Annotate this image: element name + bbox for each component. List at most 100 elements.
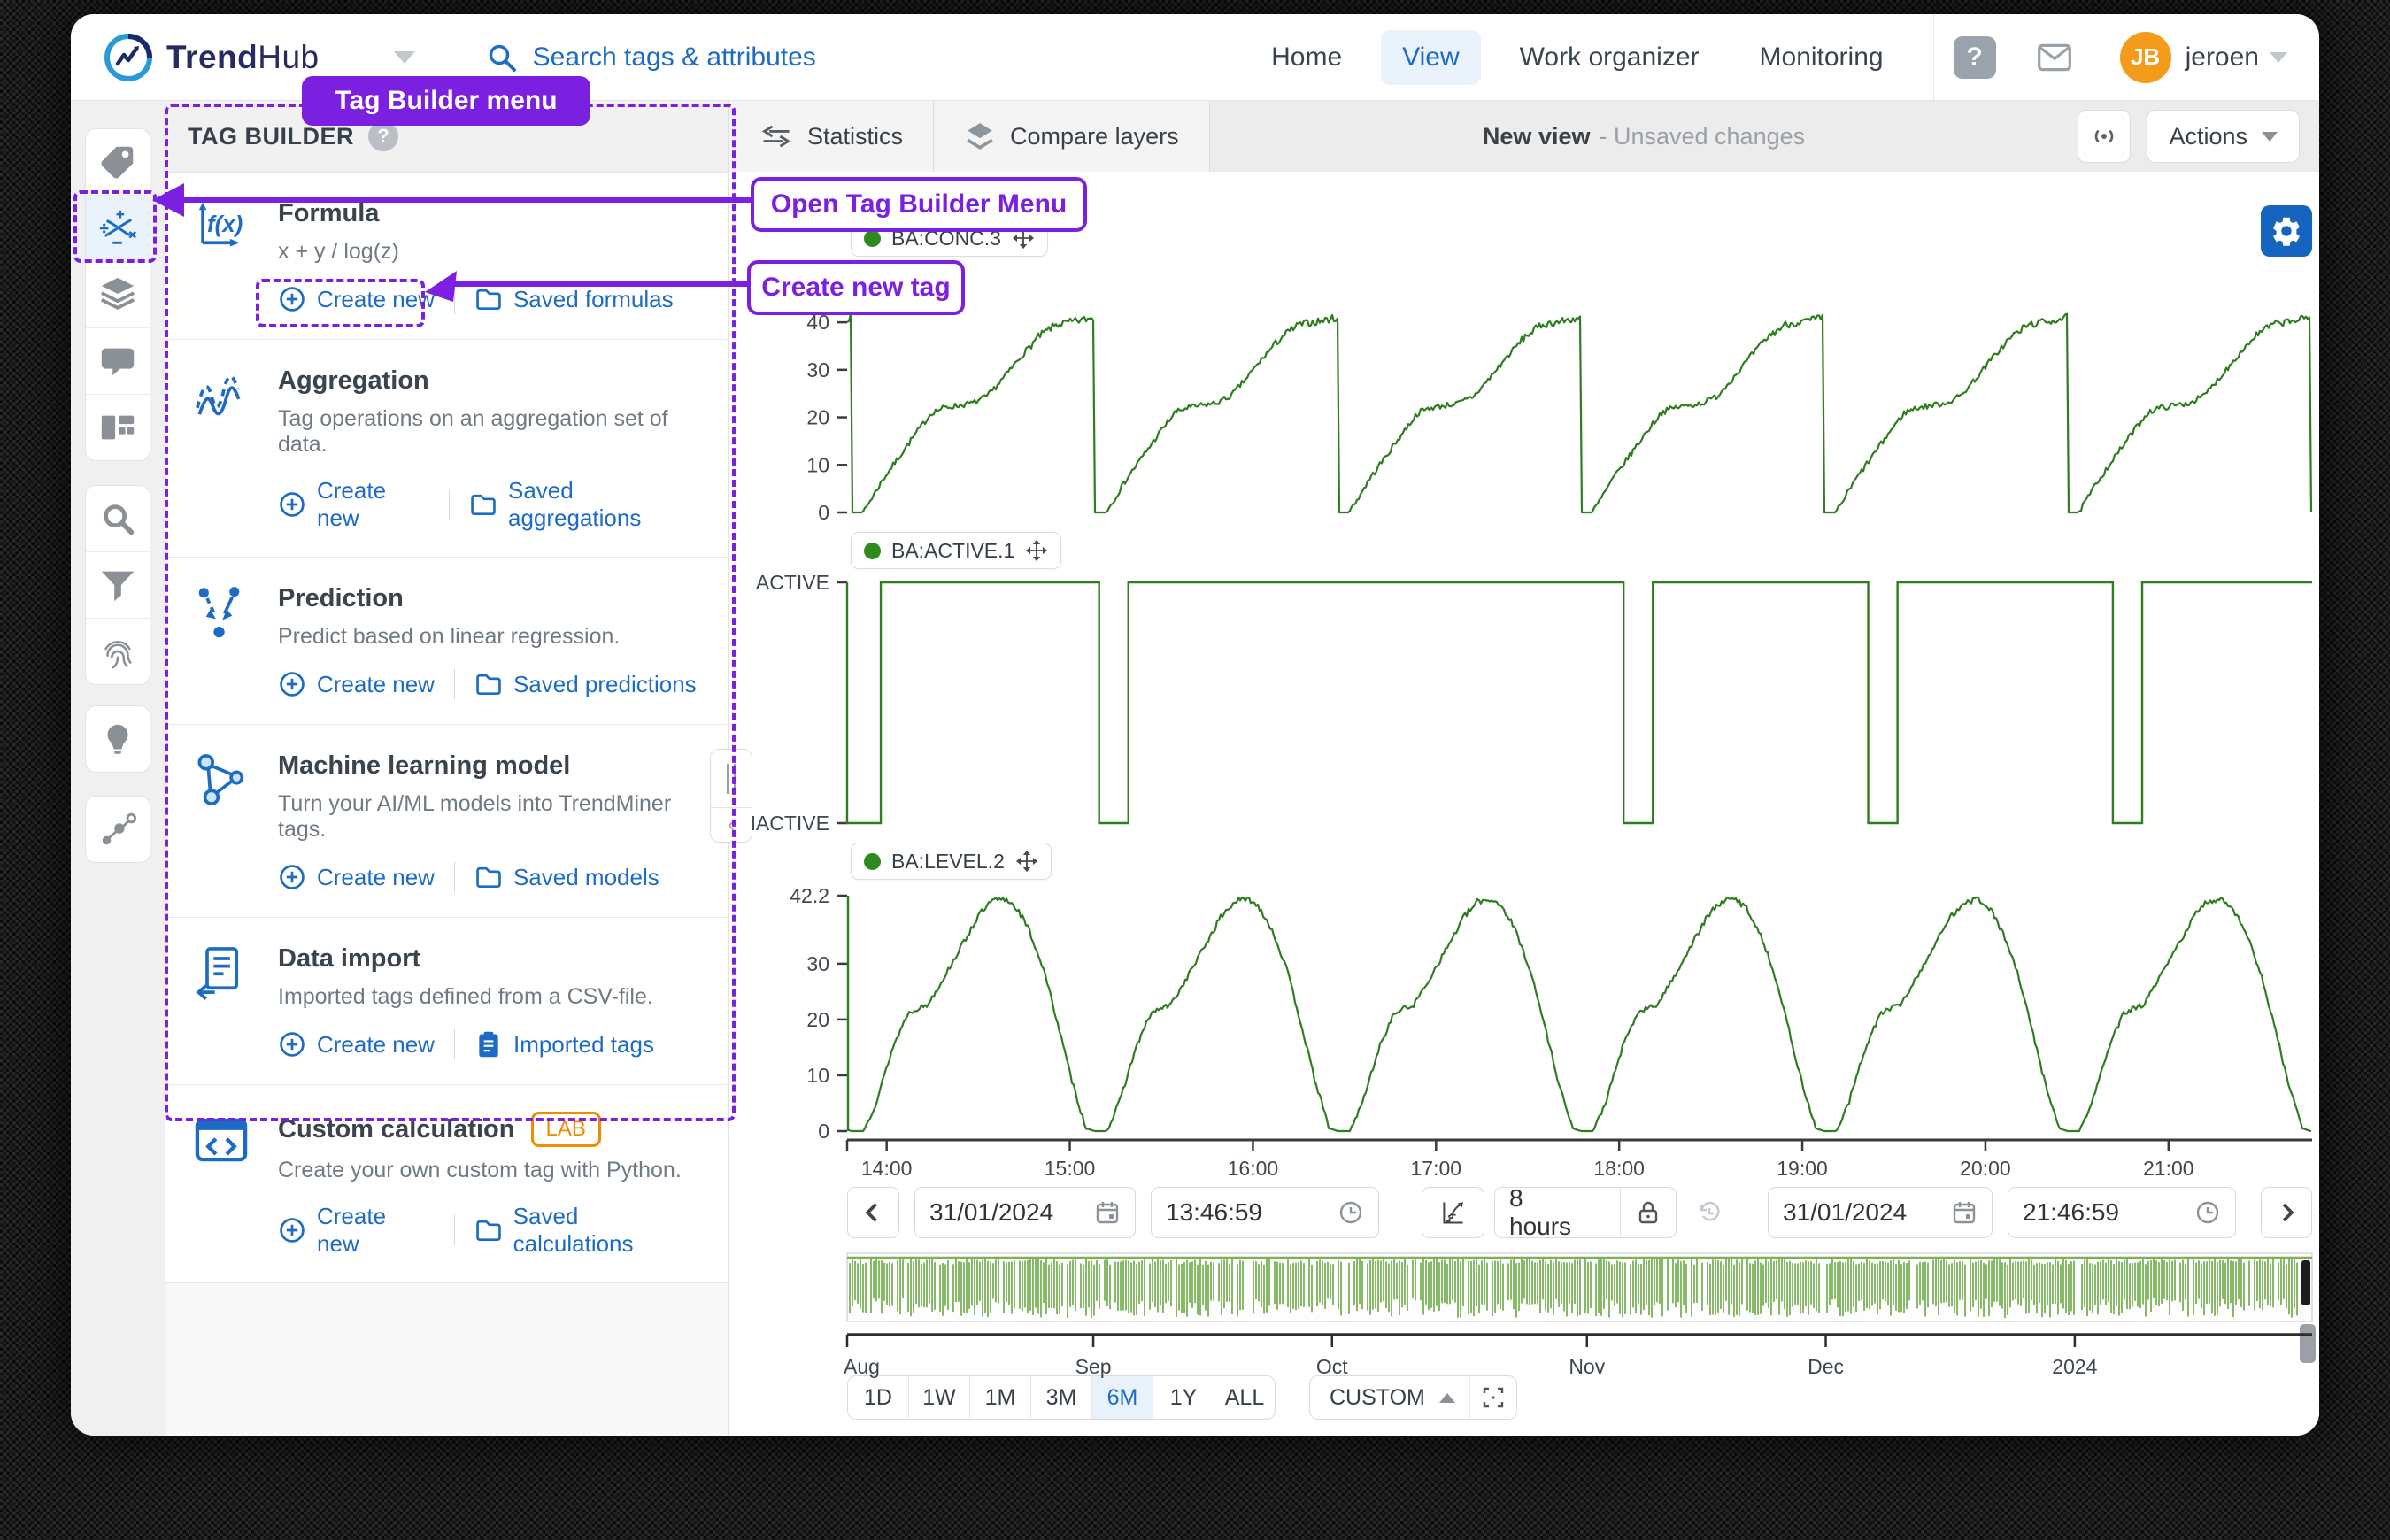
chart-settings-button[interactable] bbox=[2261, 205, 2312, 257]
custom-calculation-icon bbox=[186, 1112, 257, 1258]
user-menu-caret-icon[interactable] bbox=[2270, 52, 2287, 63]
nav-work-organizer[interactable]: Work organizer bbox=[1499, 30, 1721, 85]
view-title: New view - Unsaved changes bbox=[1210, 101, 2078, 172]
calendar-icon bbox=[1951, 1199, 1978, 1226]
start-date-field[interactable]: 31/01/2024 bbox=[914, 1187, 1136, 1238]
panel-title: TAG BUILDER bbox=[188, 123, 354, 150]
top-right-nav: Home View Work organizer Monitoring ? JB… bbox=[1241, 14, 2287, 101]
lock-icon[interactable] bbox=[1635, 1199, 1661, 1226]
sidebar-item-filter[interactable] bbox=[86, 552, 150, 619]
actions-label: Actions bbox=[2169, 123, 2247, 150]
step-trend-icon bbox=[1440, 1199, 1467, 1226]
shift-forward-button[interactable] bbox=[2261, 1187, 2312, 1238]
app-switcher-caret-icon[interactable] bbox=[394, 51, 415, 64]
sidebar-item-dashboard[interactable] bbox=[86, 395, 150, 460]
move-icon[interactable] bbox=[1025, 539, 1048, 562]
section-description: Tag operations on an aggregation set of … bbox=[278, 406, 705, 458]
history-back-button[interactable] bbox=[1680, 1187, 1738, 1238]
sidebar-item-search[interactable] bbox=[86, 486, 150, 552]
saved-aggregation-link[interactable]: Saved aggregations bbox=[469, 477, 705, 532]
saved-ml-model-link[interactable]: Saved models bbox=[474, 863, 659, 891]
actions-button[interactable]: Actions bbox=[2147, 110, 2300, 163]
create-new-formula-link[interactable]: Create new bbox=[278, 285, 435, 313]
left-icon-rail bbox=[71, 101, 165, 1436]
create-new-data-import-link[interactable]: Create new bbox=[278, 1030, 435, 1059]
create-new-custom-calculation-link[interactable]: Create new bbox=[278, 1203, 435, 1258]
collapse-panel-icon[interactable]: ‹ bbox=[711, 808, 752, 842]
compare-layers-button[interactable]: Compare layers bbox=[934, 101, 1210, 172]
tag-name: BA:ACTIVE.1 bbox=[891, 539, 1014, 563]
drag-handle-icon[interactable] bbox=[711, 750, 752, 808]
actions-caret-icon bbox=[2262, 132, 2278, 142]
series-color-dot bbox=[864, 853, 881, 870]
svg-text:20:00: 20:00 bbox=[1960, 1157, 2011, 1180]
svg-text:14:00: 14:00 bbox=[861, 1157, 913, 1180]
month-label: Nov bbox=[1569, 1355, 1605, 1378]
svg-text:42.2: 42.2 bbox=[790, 884, 829, 907]
saved-custom-calculation-link[interactable]: Saved calculations bbox=[474, 1203, 705, 1258]
svg-text:ACTIVE: ACTIVE bbox=[756, 571, 829, 594]
mail-icon[interactable] bbox=[2036, 42, 2073, 73]
tagbuilder-section-data-import: Data importImported tags defined from a … bbox=[165, 918, 728, 1085]
saved-data-import-link[interactable]: Imported tags bbox=[474, 1030, 654, 1059]
ideas-icon bbox=[97, 719, 138, 759]
broadcast-icon bbox=[2087, 119, 2121, 153]
tag-builder-icon bbox=[97, 208, 138, 249]
view-name: New view bbox=[1483, 123, 1591, 150]
sidebar-item-ideas[interactable] bbox=[86, 706, 150, 772]
help-button[interactable]: ? bbox=[1954, 36, 1996, 79]
month-label: 2024 bbox=[2052, 1355, 2097, 1378]
saved-formula-link[interactable]: Saved formulas bbox=[474, 285, 674, 313]
section-title: Formula bbox=[278, 199, 379, 228]
focus-range-button[interactable] bbox=[1470, 1384, 1516, 1411]
start-date-value: 31/01/2024 bbox=[929, 1198, 1066, 1227]
tag-builder-sections: f(x)Formulax + y / log(z)Create newSaved… bbox=[165, 173, 728, 1283]
tagbuilder-section-prediction: PredictionPredict based on linear regres… bbox=[165, 558, 728, 725]
search-input[interactable]: Search tags & attributes bbox=[487, 42, 816, 73]
live-mode-button[interactable] bbox=[2078, 110, 2131, 163]
saved-prediction-link[interactable]: Saved predictions bbox=[474, 670, 697, 698]
calendar-icon bbox=[1094, 1199, 1121, 1226]
panel-resize-handle[interactable]: ‹ bbox=[710, 749, 752, 843]
context-strip[interactable] bbox=[756, 1253, 2296, 1321]
svg-text:30: 30 bbox=[806, 952, 829, 975]
statistics-button[interactable]: Statistics bbox=[729, 101, 934, 172]
sidebar-item-fingerprint[interactable] bbox=[86, 619, 150, 684]
app-logo[interactable]: TrendHub bbox=[103, 32, 320, 83]
start-time-field[interactable]: 13:46:59 bbox=[1151, 1187, 1379, 1238]
focus-icon bbox=[1480, 1384, 1507, 1411]
svg-text:20: 20 bbox=[806, 1008, 829, 1031]
avatar[interactable]: JB bbox=[2120, 32, 2171, 83]
svg-text:10: 10 bbox=[806, 1064, 829, 1087]
move-icon[interactable] bbox=[1015, 850, 1038, 873]
view-toolbar: Statistics Compare layers New view - Uns… bbox=[729, 101, 2319, 173]
create-new-prediction-link[interactable]: Create new bbox=[278, 670, 435, 698]
trend-mode-button[interactable] bbox=[1422, 1187, 1484, 1238]
series-color-dot bbox=[864, 543, 881, 559]
nav-monitoring[interactable]: Monitoring bbox=[1739, 30, 1905, 85]
clock-icon bbox=[2194, 1199, 2221, 1226]
create-new-ml-model-link[interactable]: Create new bbox=[278, 863, 435, 891]
panel-help-icon[interactable]: ? bbox=[368, 121, 398, 151]
end-date-field[interactable]: 31/01/2024 bbox=[1768, 1187, 1993, 1238]
shift-back-button[interactable] bbox=[847, 1187, 899, 1238]
folder-icon bbox=[474, 863, 503, 891]
end-date-value: 31/01/2024 bbox=[1783, 1198, 1919, 1227]
sidebar-item-tags[interactable] bbox=[86, 129, 150, 196]
duration-field[interactable]: 8 hours bbox=[1494, 1187, 1677, 1238]
prediction-icon bbox=[186, 584, 257, 699]
sidebar-item-comments[interactable] bbox=[86, 328, 150, 395]
rail-group bbox=[85, 485, 150, 685]
create-new-aggregation-link[interactable]: Create new bbox=[278, 477, 429, 532]
context-strip-handle[interactable] bbox=[2300, 1324, 2316, 1363]
user-name: jeroen bbox=[2186, 42, 2259, 73]
end-time-field[interactable]: 21:46:59 bbox=[2008, 1187, 2236, 1238]
section-description: x + y / log(z) bbox=[278, 239, 674, 265]
svg-text:10: 10 bbox=[806, 453, 829, 476]
nav-view[interactable]: View bbox=[1381, 30, 1480, 85]
nav-home[interactable]: Home bbox=[1250, 30, 1363, 85]
month-label: Aug bbox=[844, 1355, 880, 1378]
sidebar-item-tag-builder[interactable] bbox=[86, 196, 150, 262]
sidebar-item-context-graph[interactable] bbox=[86, 797, 150, 862]
sidebar-item-layers[interactable] bbox=[86, 262, 150, 328]
